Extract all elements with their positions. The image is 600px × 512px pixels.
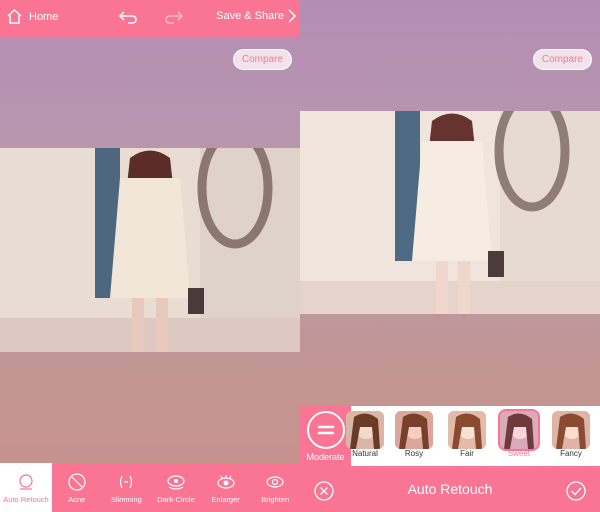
tool-label: Auto Retouch xyxy=(3,494,49,504)
photo-canvas[interactable] xyxy=(0,148,300,352)
top-bar: Home Save & Share xyxy=(0,0,300,37)
undo-icon xyxy=(118,11,137,24)
filter-rosy[interactable]: Rosy xyxy=(393,411,435,458)
filter-thumbnail xyxy=(498,409,540,451)
tool-brighten[interactable]: Brighten xyxy=(250,463,300,512)
photo-canvas[interactable] xyxy=(300,111,600,314)
brighten-eye-icon xyxy=(266,475,284,488)
intensity-label: Moderate xyxy=(306,451,345,462)
tool-acne[interactable]: Acne xyxy=(52,463,102,512)
eye-enlarger-icon xyxy=(216,474,235,489)
dark-circle-icon xyxy=(167,474,185,490)
tool-slimming[interactable]: Slimming xyxy=(102,463,152,512)
save-share-label: Save & Share xyxy=(216,10,284,22)
compare-button[interactable]: Compare xyxy=(232,49,292,70)
filter-sweet[interactable]: Sweet xyxy=(498,409,540,458)
tool-bar: Auto Retouch Acne Slimming Dark-Circle E… xyxy=(0,463,300,512)
home-button[interactable]: Home xyxy=(6,8,58,25)
confirm-button[interactable] xyxy=(566,481,586,506)
compare-button[interactable]: Compare xyxy=(532,49,592,70)
chevron-right-icon xyxy=(288,9,296,23)
acne-icon xyxy=(68,472,86,491)
editor-panel-left: Home Save & Share Compare Auto Retouch A… xyxy=(0,0,300,512)
tool-enlarger[interactable]: Enlarger xyxy=(201,463,251,512)
filter-label: Fair xyxy=(460,449,474,458)
home-icon xyxy=(7,8,22,24)
filter-thumbnail xyxy=(448,411,486,449)
tool-label: Slimming xyxy=(110,494,142,504)
filter-thumbnail xyxy=(346,411,384,449)
undo-button[interactable] xyxy=(118,9,138,30)
filter-label: Rosy xyxy=(404,449,424,458)
intensity-icon xyxy=(306,410,345,449)
filter-fancy[interactable]: Fancy xyxy=(550,411,592,458)
filter-label: Natural xyxy=(352,449,378,458)
filter-fair[interactable]: Fair xyxy=(446,411,488,458)
slimming-icon xyxy=(120,475,133,488)
filter-label: Sweet xyxy=(507,449,531,458)
tool-label: Dark-Circle xyxy=(157,494,195,504)
portrait-photo xyxy=(300,111,600,314)
redo-button[interactable] xyxy=(164,9,184,30)
portrait-photo xyxy=(0,148,300,352)
tool-label: Enlarger xyxy=(211,494,240,504)
save-share-button[interactable]: Save & Share xyxy=(216,9,296,23)
home-label: Home xyxy=(29,10,59,23)
filter-thumbnail xyxy=(395,411,433,449)
tool-auto-retouch[interactable]: Auto Retouch xyxy=(0,463,52,512)
editor-panel-right: Compare Moderate Natural Rosy Fair Sweet… xyxy=(300,0,600,512)
panel-title: Auto Retouch xyxy=(407,481,493,497)
check-icon xyxy=(566,481,586,501)
auto-retouch-icon xyxy=(19,473,33,490)
filter-label: Fancy xyxy=(560,449,582,458)
filter-natural[interactable]: Natural xyxy=(344,411,386,458)
tool-dark-circle[interactable]: Dark-Circle xyxy=(151,463,201,512)
filter-strip: Moderate Natural Rosy Fair Sweet Fancy xyxy=(300,406,600,466)
tool-label: Acne xyxy=(68,494,86,504)
bottom-bar: Auto Retouch xyxy=(300,466,600,512)
redo-icon xyxy=(165,11,184,24)
tool-label: Brighten xyxy=(261,494,290,504)
filter-thumbnail xyxy=(552,411,590,449)
